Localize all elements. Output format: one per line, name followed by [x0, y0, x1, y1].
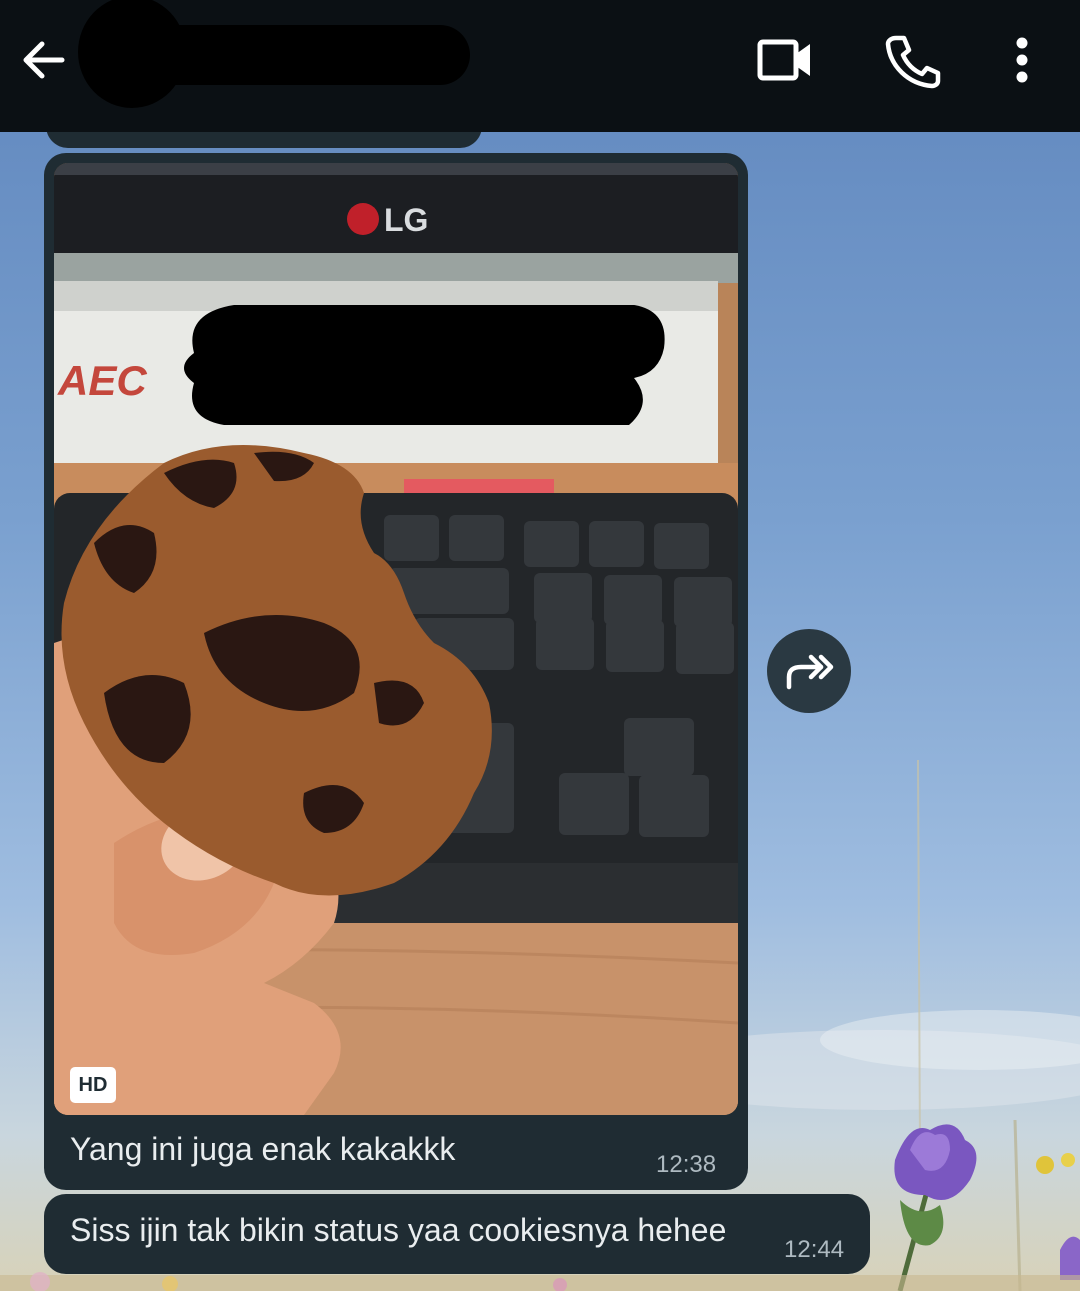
message-caption: Yang ini juga enak kakakkk	[70, 1131, 456, 1167]
message-photo[interactable]: LG AEC HD	[54, 163, 738, 1115]
video-camera-icon	[757, 39, 810, 81]
chat-header	[0, 0, 1080, 132]
image-message-bubble[interactable]: LG AEC HD Yang ini juga enak kakakkk 12:…	[44, 153, 748, 1190]
arrow-left-icon	[23, 41, 65, 79]
message-timestamp: 12:44	[784, 1236, 845, 1263]
more-vertical-icon	[1016, 37, 1028, 83]
redacted-contact-name[interactable]	[78, 0, 473, 110]
forward-icon	[786, 654, 834, 690]
monitor-brand-text: LG	[384, 202, 428, 238]
video-call-button[interactable]	[752, 30, 816, 94]
message-timestamp: 12:38	[656, 1151, 717, 1178]
cookie-photo-image: LG AEC	[54, 163, 738, 1115]
voice-call-button[interactable]	[880, 30, 944, 94]
more-options-button[interactable]	[990, 30, 1054, 94]
back-button[interactable]	[18, 34, 70, 86]
message-text: Siss ijin tak bikin status yaa cookiesny…	[70, 1212, 727, 1248]
phone-icon	[885, 35, 941, 89]
forward-button[interactable]	[767, 629, 851, 713]
hd-badge: HD	[70, 1067, 116, 1103]
text-message-bubble[interactable]: Siss ijin tak bikin status yaa cookiesny…	[44, 1194, 870, 1274]
sign-brand-text: AEC	[57, 357, 147, 404]
